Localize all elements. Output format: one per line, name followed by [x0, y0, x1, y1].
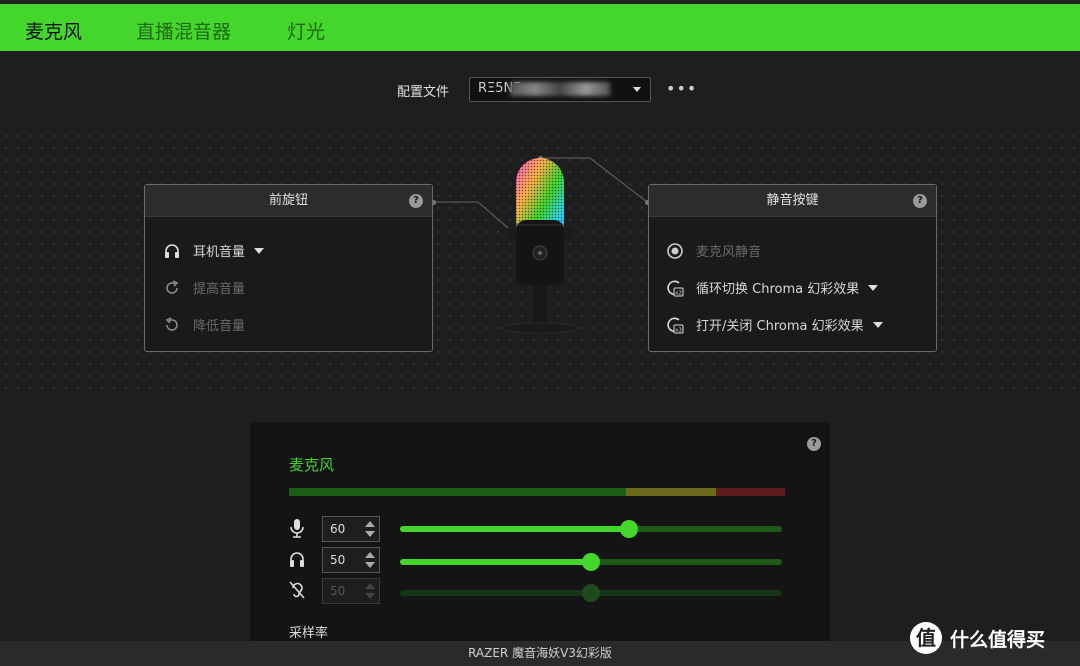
stepper-icon	[365, 583, 375, 599]
help-icon[interactable]: ?	[409, 194, 423, 208]
svg-text:x2: x2	[675, 290, 682, 296]
mute-option-cycle-chroma[interactable]: x2 循环切换 Chroma 幻彩效果	[666, 278, 879, 297]
slider-knob[interactable]	[582, 553, 600, 571]
level-meter	[289, 488, 785, 496]
watermark-text: 什么值得买	[950, 628, 1046, 651]
mixer-title: 麦克风	[289, 456, 335, 474]
microphone-illustration	[500, 150, 580, 340]
headphone-level-slider[interactable]	[400, 553, 782, 571]
headphone-level-input[interactable]: 50	[322, 547, 380, 573]
chroma-x2-icon: x2	[666, 279, 684, 297]
stepper-icon[interactable]	[365, 552, 375, 568]
headphones-icon	[163, 242, 181, 260]
mute-button-panel: 静音按键 ? 麦克风静音 x2 循环切换 Chroma 幻彩效果 x3 打开/关…	[648, 184, 937, 352]
stepper-icon[interactable]	[365, 521, 375, 537]
help-icon[interactable]: ?	[807, 437, 821, 451]
mute-option-mic-mute[interactable]: 麦克风静音	[666, 241, 761, 260]
meter-yellow	[626, 488, 716, 496]
mute-option-label: 循环切换 Chroma 幻彩效果	[696, 282, 860, 297]
watermark-logo-icon: 值	[910, 622, 942, 654]
microphone-icon	[502, 158, 578, 334]
rotate-cw-icon	[163, 279, 181, 297]
sidetone-level-input: 50	[322, 578, 380, 604]
slider-fill	[400, 559, 591, 565]
sidetone-level-slider	[400, 584, 782, 602]
mic-level-slider[interactable]	[400, 520, 782, 538]
svg-text:x3: x3	[675, 327, 682, 333]
microphone-mixer-panel: ? 麦克风 60 50 50 采样率	[250, 422, 830, 652]
knob-option-volume-up: 提高音量	[163, 278, 245, 297]
knob-option-label: 降低音量	[193, 319, 246, 334]
sidetone-level-value: 50	[330, 584, 346, 598]
front-knob-header: 前旋钮 ?	[145, 185, 432, 217]
sample-rate-label: 采样率	[289, 626, 329, 641]
mute-option-label: 麦克风静音	[696, 245, 762, 260]
knob-option-label: 耳机音量	[193, 245, 246, 260]
knob-option-headphone-volume[interactable]: 耳机音量	[163, 241, 265, 260]
panel-title: 静音按键	[766, 193, 819, 208]
slider-knob	[582, 584, 600, 602]
rotate-ccw-icon	[163, 316, 181, 334]
chroma-x3-icon: x3	[666, 316, 684, 334]
meter-green	[289, 488, 627, 496]
device-name: RAZER 魔音海妖V3幻彩版	[468, 646, 612, 660]
mute-option-toggle-chroma[interactable]: x3 打开/关闭 Chroma 幻彩效果	[666, 315, 883, 334]
knob-option-volume-down: 降低音量	[163, 315, 245, 334]
chevron-down-icon	[872, 321, 883, 328]
mic-level-value: 60	[330, 522, 346, 536]
radio-icon	[666, 242, 684, 260]
headphones-icon	[288, 549, 306, 569]
mic-level-input[interactable]: 60	[322, 516, 380, 542]
help-icon[interactable]: ?	[913, 194, 927, 208]
ear-off-icon	[288, 580, 306, 600]
slider-knob[interactable]	[620, 520, 639, 538]
front-knob-panel: 前旋钮 ? 耳机音量 提高音量 降低音量	[144, 184, 433, 352]
meter-red	[715, 488, 785, 496]
panel-title: 前旋钮	[268, 193, 308, 208]
mute-option-label: 打开/关闭 Chroma 幻彩效果	[696, 319, 864, 334]
headphone-level-value: 50	[330, 553, 346, 567]
knob-option-label: 提高音量	[193, 282, 246, 297]
chevron-down-icon	[254, 247, 265, 254]
microphone-icon	[288, 518, 306, 538]
mute-button-header: 静音按键 ?	[649, 185, 936, 217]
watermark: 值 什么值得买	[910, 622, 1045, 654]
chevron-down-icon	[868, 284, 879, 291]
slider-fill	[400, 526, 630, 532]
